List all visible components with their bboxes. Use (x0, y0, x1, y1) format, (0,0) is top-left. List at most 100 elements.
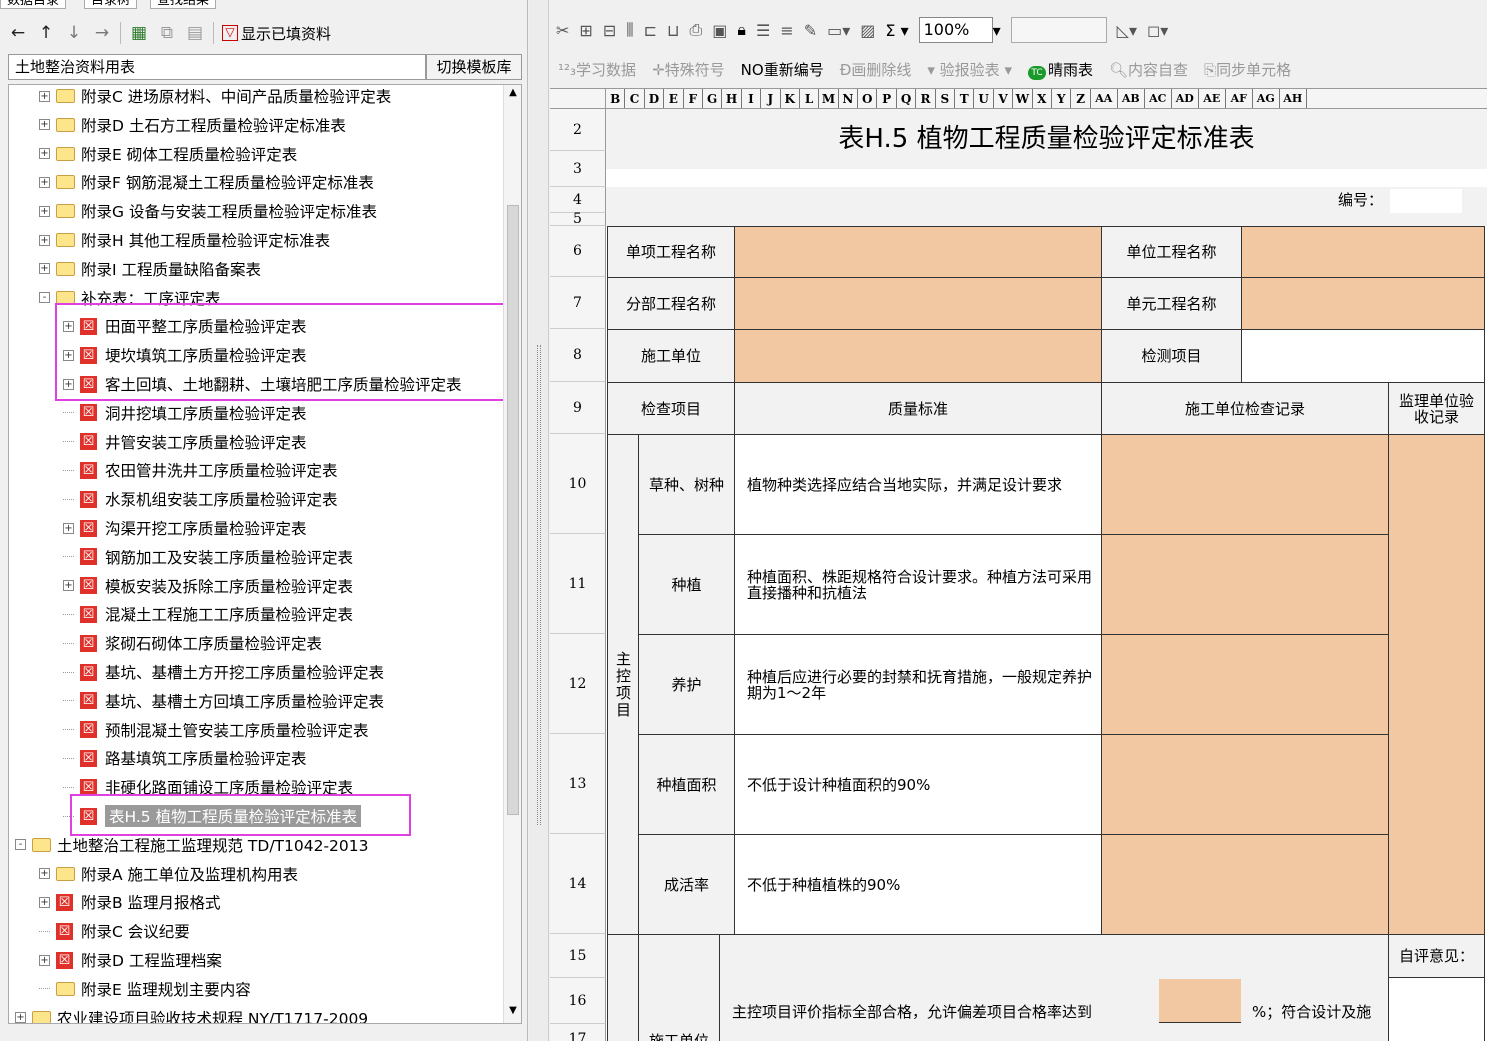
row-header[interactable]: 12 (550, 634, 606, 734)
code-input[interactable] (1390, 189, 1462, 213)
tree-node[interactable]: + 附录C 进场原材料、中间产品质量检验评定表 (39, 85, 391, 109)
column-header[interactable]: B (606, 89, 626, 108)
column-header[interactable]: T (955, 89, 975, 108)
column-header[interactable]: G (703, 89, 723, 108)
save-icon[interactable]: ▣ (712, 21, 727, 40)
sum-icon[interactable]: Σ ▾ (885, 21, 908, 40)
tree-node[interactable]: + 附录I 工程质量缺陷备案表 (39, 256, 261, 282)
scroll-down-icon[interactable]: ▼ (507, 1005, 519, 1016)
row-header[interactable]: 15 (550, 934, 606, 978)
tree-scrollbar[interactable]: ▲ ▼ (503, 85, 521, 1023)
row-header[interactable]: 6 (550, 226, 606, 277)
split-icon[interactable]: ⊟ (603, 21, 616, 40)
format-painter-icon[interactable]: ✎ (804, 21, 817, 40)
expand-toggle-icon[interactable]: + (39, 954, 50, 966)
table-icon[interactable]: ▤ (185, 23, 205, 43)
sync-cell-button[interactable]: ⎘同步单元格 (1204, 59, 1291, 80)
row-header[interactable]: 5 (550, 211, 606, 227)
tree-node[interactable]: ☒ 基坑、基槽土方回填工序质量检验评定表 (63, 688, 384, 714)
row-header[interactable]: 9 (550, 382, 606, 434)
column-header[interactable]: S (936, 89, 956, 108)
expand-toggle-icon[interactable]: - (15, 839, 26, 851)
report-button[interactable]: ▾ 验报验表 ▾ (927, 59, 1012, 80)
contractor-record-input[interactable] (1101, 434, 1389, 535)
calc-icon[interactable]: ▨ (860, 21, 875, 40)
tree-node[interactable]: ☒ 附录C 会议纪要 (39, 918, 190, 944)
contractor-record-input[interactable] (1101, 834, 1389, 935)
column-header[interactable]: AG (1253, 89, 1280, 108)
special-symbol-button[interactable]: ✛特殊符号 (652, 59, 725, 80)
contractor-input[interactable] (734, 329, 1102, 383)
column-header[interactable]: AE (1199, 89, 1226, 108)
renumber-button[interactable]: NO重新编号 (741, 59, 824, 80)
cut-icon[interactable]: ✂ (556, 21, 569, 40)
tab-data-directory[interactable]: 数据目录 (0, 0, 67, 9)
print-icon[interactable]: ⎙ (689, 20, 702, 40)
arrow-up-icon[interactable]: ↑ (36, 23, 56, 43)
column-header[interactable]: F (684, 89, 703, 108)
spreadsheet[interactable]: B C D E F G H I J K L M N O P Q R S T U V W X Y Z AA AB AC AD AE AF AG A… (550, 88, 1487, 1041)
tree-node[interactable]: + 附录D 土石方工程质量检验评定标准表 (39, 112, 346, 138)
expand-toggle-icon[interactable]: + (39, 896, 50, 908)
column-header[interactable]: C (625, 89, 645, 108)
column-header[interactable]: AA (1091, 89, 1118, 108)
tree-node[interactable]: ☒ 水泵机组安装工序质量检验评定表 (63, 486, 338, 512)
expand-toggle-icon[interactable]: + (39, 234, 50, 246)
expand-toggle-icon[interactable]: + (39, 868, 50, 880)
switch-library-button[interactable]: 切换模板库 (426, 54, 522, 80)
column-header[interactable]: Z (1071, 89, 1091, 108)
tree-node[interactable]: + 农业建设项目验收技术规程 NY/T1717-2009 (15, 1005, 368, 1023)
column-header[interactable]: V (994, 89, 1014, 108)
part-project-input[interactable] (734, 277, 1102, 330)
arrow-right-icon[interactable]: → (92, 23, 112, 43)
column-header[interactable]: O (858, 89, 878, 108)
tree-node[interactable]: + ☒ 附录D 工程监理档案 (39, 947, 222, 973)
single-project-input[interactable] (734, 226, 1102, 278)
expand-toggle-icon[interactable]: + (39, 148, 50, 160)
column-header[interactable]: AC (1145, 89, 1172, 108)
expand-toggle-icon[interactable]: + (39, 176, 50, 188)
column-header[interactable]: P (877, 89, 897, 108)
strike-button[interactable]: Ð画删除线 (840, 59, 912, 80)
row-header[interactable]: 13 (550, 734, 606, 834)
column-header[interactable]: Y (1052, 89, 1072, 108)
column-header[interactable]: H (722, 89, 742, 108)
align-center-icon[interactable]: ⊔ (667, 21, 679, 40)
contractor-record-input[interactable] (1101, 734, 1389, 835)
lock-icon[interactable]: 🔒︎ (737, 20, 746, 40)
expand-toggle-icon[interactable]: + (63, 522, 74, 534)
element-project-input[interactable] (1241, 277, 1485, 330)
add-table-icon[interactable]: ▦ (129, 23, 149, 43)
column-header[interactable]: L (800, 89, 820, 108)
column-header[interactable]: Q (897, 89, 917, 108)
insert-icon[interactable]: ▭▾ (827, 21, 850, 40)
expand-toggle-icon[interactable]: + (15, 1012, 26, 1023)
tree-node[interactable]: ☒ 井管安装工序质量检验评定表 (63, 429, 307, 455)
row-header[interactable]: 2 (550, 109, 606, 151)
study-data-button[interactable]: ¹²₃学习数据 (558, 59, 636, 80)
pass-rate-input[interactable] (1159, 979, 1241, 1023)
align-left-icon[interactable]: ⊏ (644, 21, 657, 40)
tree-node[interactable]: + ☒ 模板安装及拆除工序质量检验评定表 (63, 573, 353, 599)
column-header[interactable]: R (916, 89, 936, 108)
row-header[interactable]: 11 (550, 534, 606, 634)
scroll-thumb[interactable] (507, 205, 519, 815)
column-header[interactable]: K (781, 89, 800, 108)
column-header[interactable]: AH (1280, 89, 1307, 108)
tree-node[interactable]: ☒ 基坑、基槽土方开挖工序质量检验评定表 (63, 659, 384, 685)
weather-button[interactable]: TC 晴雨表 (1027, 59, 1093, 80)
tree-node[interactable]: + 附录A 施工单位及监理机构用表 (39, 861, 298, 887)
expand-toggle-icon[interactable]: + (39, 119, 50, 131)
tree-node[interactable]: ☒ 混凝土工程施工工序质量检验评定表 (63, 601, 353, 627)
supervisor-record-input[interactable] (1388, 434, 1485, 935)
tree-node[interactable]: + ☒ 附录B 监理月报格式 (39, 889, 221, 915)
directory-tree[interactable]: + 附录C 进场原材料、中间产品质量检验评定表 + 附录D 土石方工程质量检验评定标准… (8, 84, 522, 1024)
scroll-up-icon[interactable]: ▲ (507, 87, 519, 98)
select-all-corner[interactable] (550, 89, 606, 109)
column-header[interactable]: I (742, 89, 762, 108)
expand-toggle-icon[interactable]: + (39, 263, 50, 275)
column-header[interactable]: N (839, 89, 859, 108)
contractor-record-input[interactable] (1101, 534, 1389, 635)
merge-icon[interactable]: ⊞ (579, 21, 592, 40)
expand-toggle-icon[interactable]: - (39, 292, 50, 304)
